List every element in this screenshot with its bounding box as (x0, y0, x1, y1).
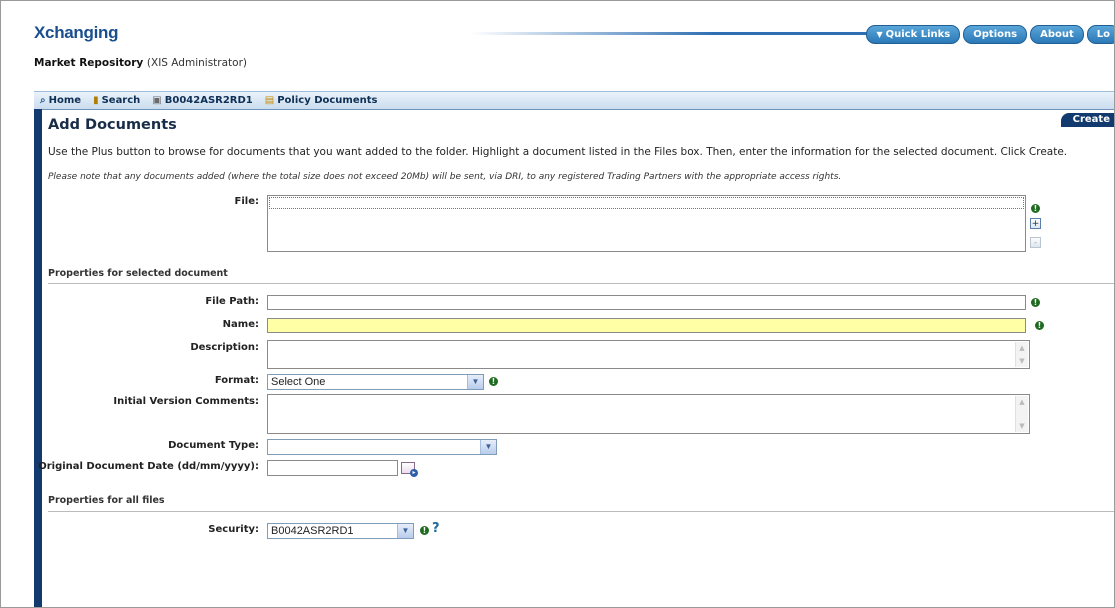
description-scrollbar[interactable]: ▲ ▼ (1015, 342, 1028, 367)
security-label: Security: (208, 524, 259, 535)
top-button-bar: ▼ Quick Links Options About Lo (866, 25, 1114, 44)
description-textarea[interactable]: ▲ ▼ (267, 340, 1030, 369)
chevron-down-icon[interactable]: ▼ (467, 375, 483, 389)
required-icon: ! (420, 526, 429, 535)
comments-scrollbar[interactable]: ▲ ▼ (1015, 396, 1028, 432)
app-window: Xchanging ▼ Quick Links Options About Lo … (0, 0, 1115, 608)
chevron-down-icon: ▼ (876, 30, 883, 39)
logout-button[interactable]: Lo (1086, 25, 1114, 44)
options-button[interactable]: Options (963, 25, 1028, 44)
nav-search[interactable]: ▮ Search (87, 95, 146, 106)
quick-links-button[interactable]: ▼ Quick Links (866, 25, 961, 44)
file-path-field[interactable] (267, 295, 1026, 310)
header-divider (471, 32, 911, 35)
left-rail (34, 109, 42, 607)
nav-policy-documents[interactable]: ▤ Policy Documents (259, 95, 384, 106)
chevron-down-icon[interactable]: ▼ (480, 440, 496, 454)
file-list-item[interactable] (269, 197, 1024, 209)
scroll-down-icon[interactable]: ▼ (1017, 356, 1027, 366)
search-icon: ▮ (93, 95, 99, 106)
comments-textarea[interactable]: ▲ ▼ (267, 394, 1030, 434)
help-icon[interactable]: ? (432, 521, 440, 536)
breadcrumb: ⌕ Home ▮ Search ▣ B0042ASR2RD1 ▤ Policy … (34, 91, 1114, 110)
instructions-text: Use the Plus button to browse for docume… (48, 146, 1068, 158)
chevron-down-icon[interactable]: ▼ (397, 524, 413, 538)
divider (48, 511, 1114, 512)
scroll-up-icon[interactable]: ▲ (1017, 397, 1027, 407)
original-date-field[interactable] (267, 460, 398, 476)
scroll-up-icon[interactable]: ▲ (1017, 343, 1027, 353)
home-icon: ⌕ (40, 95, 46, 106)
name-label: Name: (222, 319, 259, 330)
file-label: File: (234, 196, 259, 207)
required-icon: ! (1031, 298, 1040, 307)
folder-icon: ▣ (152, 95, 162, 106)
repository-name: Market Repository (34, 57, 144, 69)
required-icon: ! (489, 377, 498, 386)
remove-file-button[interactable]: - (1030, 237, 1041, 248)
original-date-label: Original Document Date (dd/mm/yyyy): (38, 461, 259, 472)
create-button[interactable]: Create (1060, 113, 1114, 127)
calendar-icon[interactable]: ▸ (401, 462, 418, 477)
size-note: Please note that any documents added (wh… (48, 172, 842, 182)
calendar-picker-icon: ▸ (410, 469, 418, 477)
document-type-label: Document Type: (168, 440, 259, 451)
format-label: Format: (214, 375, 259, 386)
selected-properties-heading: Properties for selected document (48, 268, 228, 279)
document-type-select[interactable]: ▼ (267, 439, 497, 455)
nav-home[interactable]: ⌕ Home (34, 95, 87, 106)
add-file-button[interactable]: + (1030, 218, 1041, 229)
about-button[interactable]: About (1030, 25, 1084, 44)
files-listbox[interactable] (267, 195, 1026, 252)
nav-folder[interactable]: ▣ B0042ASR2RD1 (146, 95, 258, 106)
required-icon: ! (1031, 204, 1040, 213)
all-files-properties-heading: Properties for all files (48, 495, 165, 506)
format-select[interactable]: Select One ▼ (267, 374, 484, 390)
required-icon: ! (1035, 321, 1044, 330)
user-role: (XIS Administrator) (146, 57, 247, 69)
file-path-label: File Path: (205, 296, 259, 307)
name-field[interactable] (267, 318, 1026, 333)
xchanging-logo: Xchanging (34, 23, 119, 42)
page-title: Add Documents (48, 117, 177, 133)
scroll-down-icon[interactable]: ▼ (1017, 421, 1027, 431)
repository-title: Market Repository (XIS Administrator) (34, 57, 247, 69)
documents-icon: ▤ (264, 95, 275, 106)
description-label: Description: (190, 342, 259, 353)
security-select[interactable]: B0042ASR2RD1 ▼ (267, 523, 414, 539)
divider (48, 283, 1114, 284)
comments-label: Initial Version Comments: (113, 396, 259, 407)
